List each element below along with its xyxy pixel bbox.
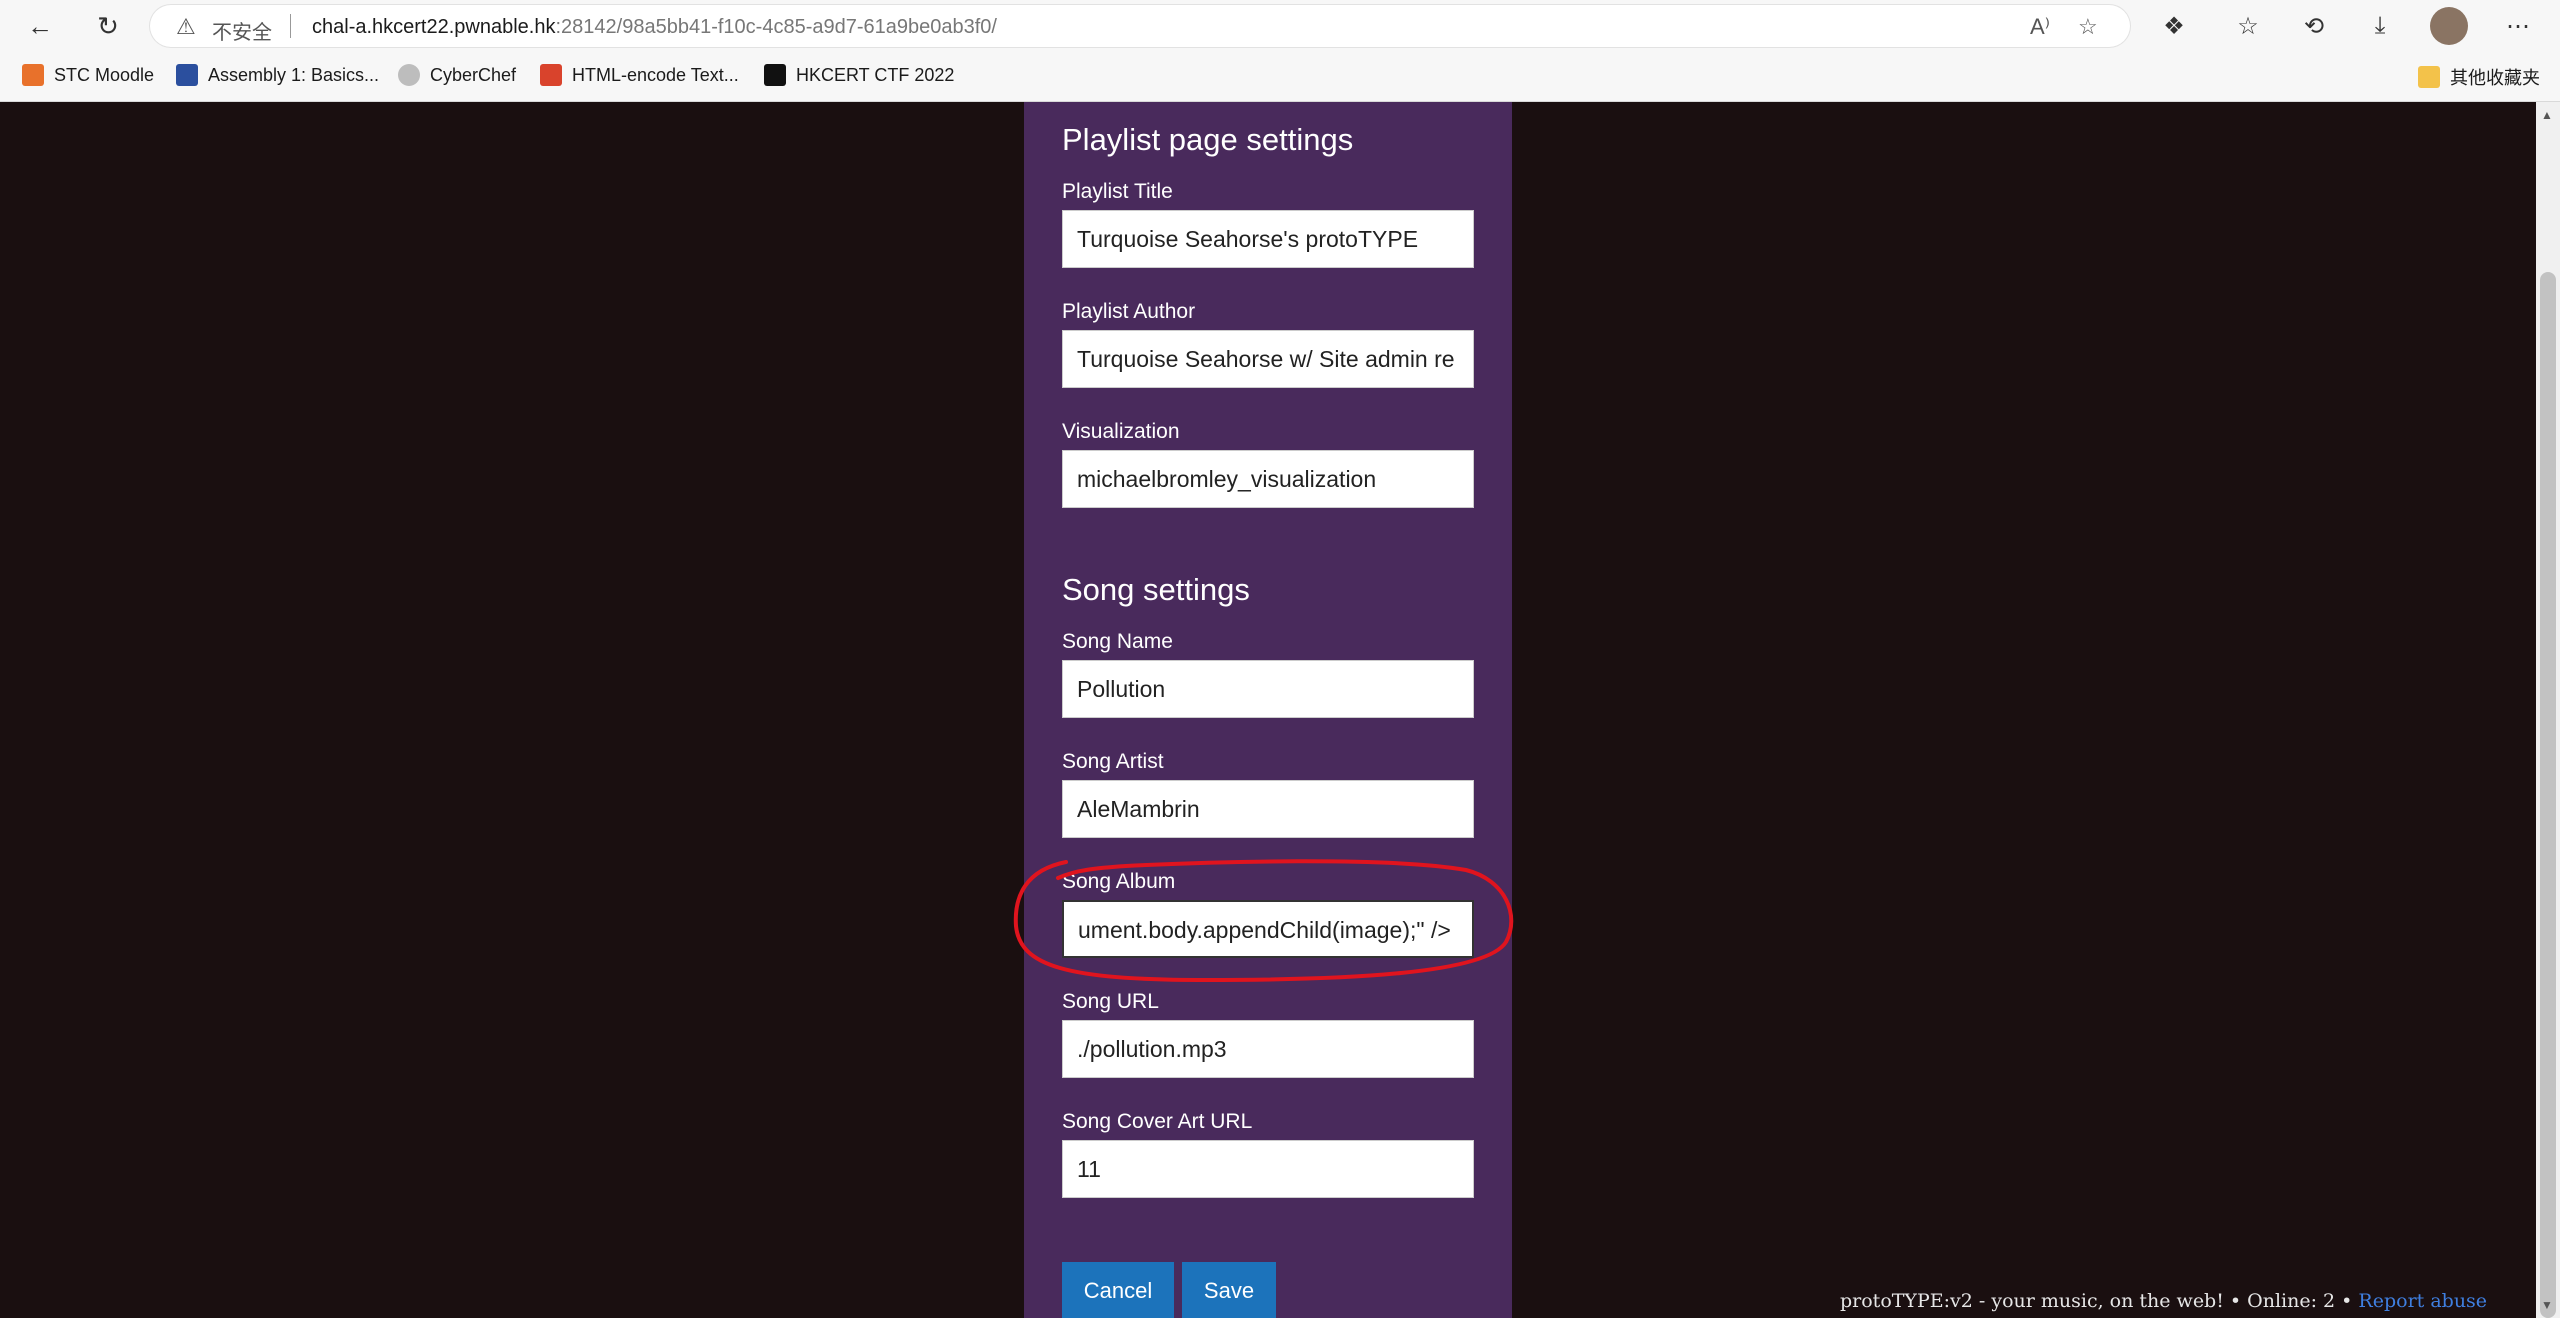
bookmark-label: Assembly 1: Basics...: [208, 64, 380, 85]
html-encode-icon: [540, 64, 562, 86]
playlist-title-input[interactable]: Turquoise Seahorse's protoTYPE: [1062, 210, 1474, 268]
song-url-input[interactable]: ./pollution.mp3: [1062, 1020, 1474, 1078]
ctf-icon: [764, 64, 786, 86]
favorites-icon[interactable]: ☆: [2230, 8, 2266, 44]
bookmark-assembly[interactable]: Assembly 1: Basics...: [176, 64, 379, 86]
bookmark-label: STC Moodle: [54, 64, 155, 85]
url-path: :28142/98a5bb41-f10c-4c85-a9d7-61a9be0ab…: [555, 16, 997, 38]
song-name-input[interactable]: Pollution: [1062, 660, 1474, 718]
settings-panel: Playlist page settings Playlist Title Tu…: [1024, 102, 1512, 1318]
bookmarks-bar: STC Moodle Assembly 1: Basics... CyberCh…: [0, 51, 2560, 102]
browser-toolbar: ← ↻ ⚠ 不安全 chal-a.hkcert22.pwnable.hk:281…: [0, 0, 2560, 51]
visualization-label: Visualization: [1062, 420, 1180, 443]
bookmark-html-encode[interactable]: HTML-encode Text...: [540, 64, 739, 86]
url-host: chal-a.hkcert22.pwnable.hk: [312, 16, 556, 38]
divider: [290, 14, 291, 38]
scroll-down-icon[interactable]: ▼: [2541, 1298, 2553, 1312]
profile-avatar[interactable]: [2430, 7, 2468, 45]
page-scrollbar[interactable]: ▲ ▼: [2536, 102, 2560, 1318]
assembly-icon: [176, 64, 198, 86]
report-abuse-link[interactable]: Report abuse: [2358, 1290, 2487, 1312]
bookmark-label: HTML-encode Text...: [572, 64, 739, 85]
bookmark-stc-moodle[interactable]: STC Moodle: [22, 64, 154, 86]
song-album-input[interactable]: ument.body.appendChild(image);" />: [1062, 900, 1474, 958]
save-button[interactable]: Save: [1182, 1262, 1276, 1318]
song-cover-label: Song Cover Art URL: [1062, 1110, 1253, 1133]
playlist-title-label: Playlist Title: [1062, 180, 1173, 203]
bookmark-cyberchef[interactable]: CyberChef: [398, 64, 516, 86]
more-menu-icon[interactable]: ⋯: [2500, 8, 2536, 44]
scrollbar-thumb[interactable]: [2540, 272, 2556, 1318]
cancel-button[interactable]: Cancel: [1062, 1262, 1174, 1318]
playlist-settings-heading: Playlist page settings: [1062, 122, 1354, 157]
song-album-label: Song Album: [1062, 870, 1176, 893]
warning-icon: ⚠: [176, 14, 196, 39]
song-settings-heading: Song settings: [1062, 572, 1250, 607]
site-footer: protoTYPE:v2 - your music, on the web! •…: [1840, 1290, 2487, 1312]
song-cover-input[interactable]: 11: [1062, 1140, 1474, 1198]
footer-text: protoTYPE:v2 - your music, on the web! •…: [1840, 1290, 2359, 1312]
url-text[interactable]: chal-a.hkcert22.pwnable.hk:28142/98a5bb4…: [312, 16, 997, 39]
download-icon[interactable]: ⤓: [2362, 8, 2398, 44]
address-bar[interactable]: ⚠ 不安全 chal-a.hkcert22.pwnable.hk:28142/9…: [150, 5, 2130, 47]
bookmark-hkcert[interactable]: HKCERT CTF 2022: [764, 64, 954, 86]
extensions-icon[interactable]: ❖: [2156, 8, 2192, 44]
song-artist-input[interactable]: AleMambrin: [1062, 780, 1474, 838]
song-artist-label: Song Artist: [1062, 750, 1164, 773]
folder-icon: [2418, 66, 2440, 88]
add-favorite-icon[interactable]: ☆: [2078, 14, 2098, 40]
history-icon[interactable]: ⟲: [2296, 8, 2332, 44]
playlist-author-label: Playlist Author: [1062, 300, 1196, 323]
bookmark-label: CyberChef: [430, 64, 517, 85]
page-content: Playlist page settings Playlist Title Tu…: [0, 102, 2536, 1318]
playlist-author-input[interactable]: Turquoise Seahorse w/ Site admin re: [1062, 330, 1474, 388]
song-url-label: Song URL: [1062, 990, 1159, 1013]
read-aloud-icon[interactable]: A⁾: [2030, 14, 2050, 40]
bookmark-label: HKCERT CTF 2022: [796, 64, 955, 85]
song-name-label: Song Name: [1062, 630, 1173, 653]
moodle-icon: [22, 64, 44, 86]
security-label: 不安全: [212, 22, 272, 44]
scroll-up-icon[interactable]: ▲: [2541, 108, 2553, 122]
other-favorites-label: 其他收藏夹: [2450, 68, 2540, 88]
cyberchef-icon: [398, 64, 420, 86]
refresh-icon[interactable]: ↻: [90, 8, 126, 44]
back-icon[interactable]: ←: [22, 8, 58, 44]
other-favorites[interactable]: 其他收藏夹: [2418, 64, 2540, 90]
visualization-input[interactable]: michaelbromley_visualization: [1062, 450, 1474, 508]
